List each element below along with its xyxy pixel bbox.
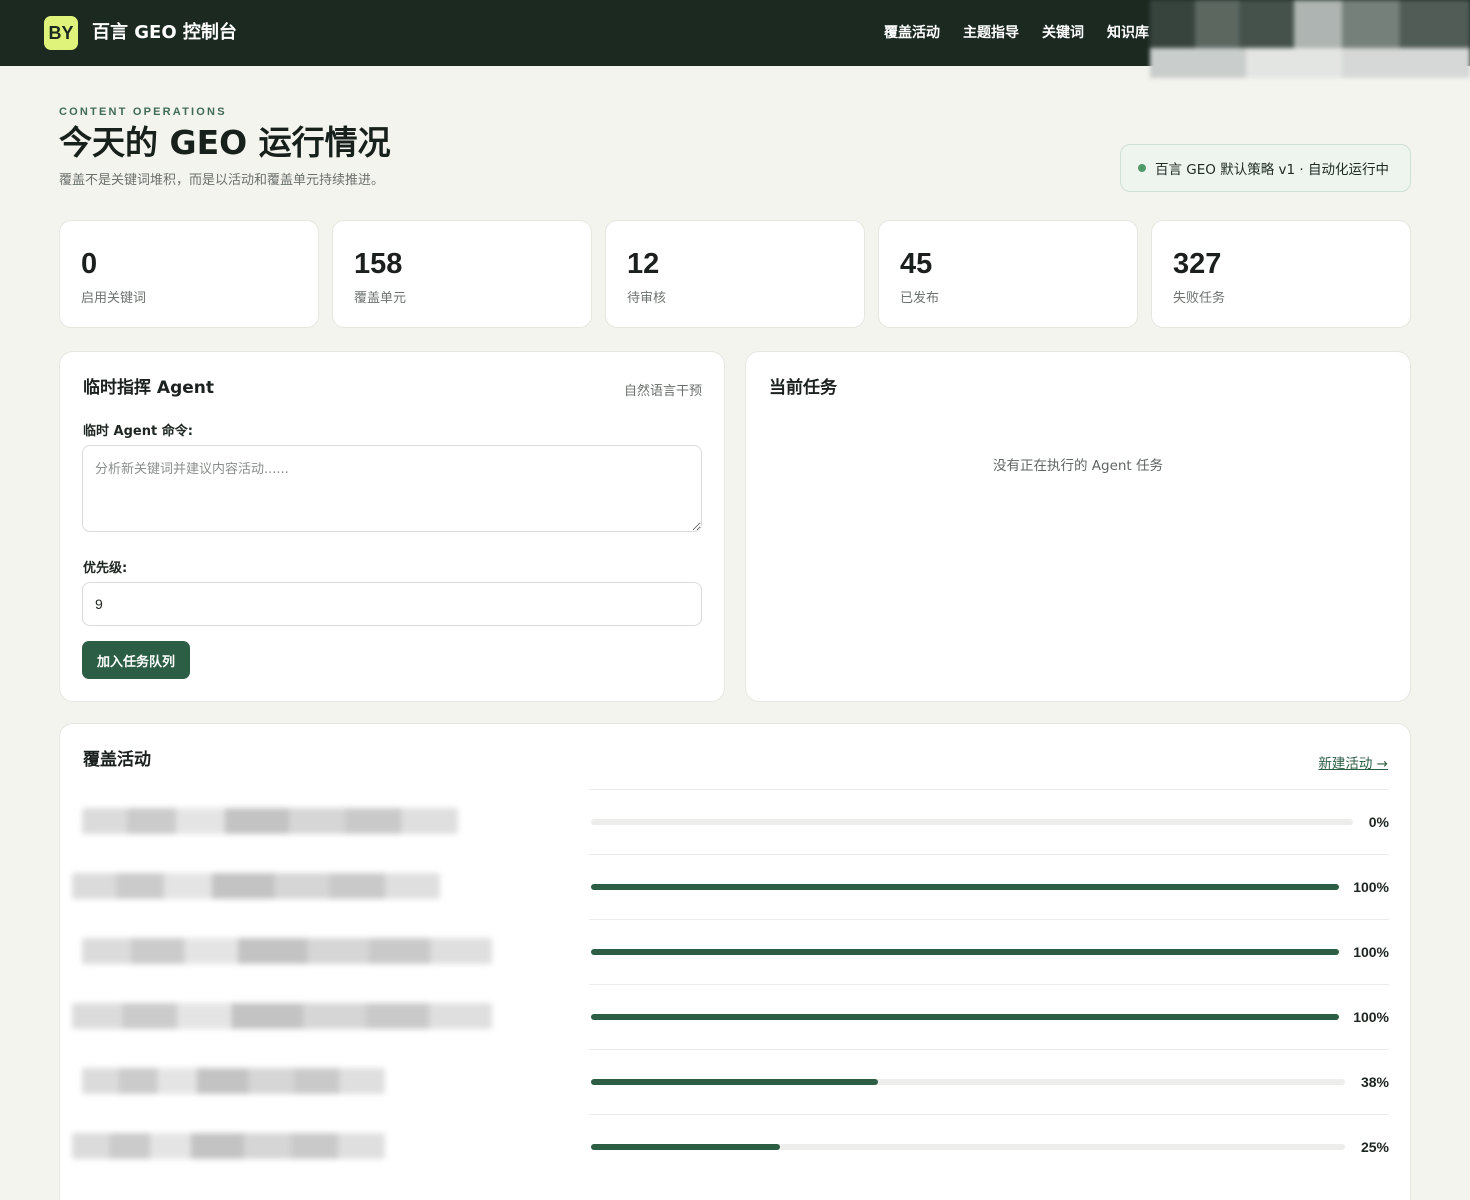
panel-hint: 自然语言干预 [623,384,702,399]
panel-title: 临时指挥 Agent [83,378,215,398]
stat-card-coverage-units[interactable]: 158 覆盖单元 [332,220,592,328]
campaign-progress-list: 0% 100% 100% 100% 38% 25% [589,789,1389,1179]
redacted-nav-region [1150,0,1470,78]
progress-percent: 100% [1353,879,1389,895]
coverage-campaigns-panel: 覆盖活动 新建活动 → 0% 100% 100% 100% 38% 25% [59,723,1411,1200]
panel-title: 当前任务 [769,378,837,398]
stat-card-active-keywords[interactable]: 0 启用关键词 [59,220,319,328]
nav-item-topic-guidance[interactable]: 主题指导 [963,22,1019,44]
progress-percent: 100% [1353,1009,1389,1025]
stat-label: 待审核 [627,291,667,306]
stat-label: 覆盖单元 [354,291,407,306]
progress-bar [591,1144,1345,1150]
stat-value: 12 [627,248,660,280]
panel-title: 覆盖活动 [83,750,151,770]
stat-card-pending-review[interactable]: 12 待审核 [605,220,865,328]
strategy-status-badge[interactable]: 百言 GEO 默认策略 v1 · 自动化运行中 [1120,144,1411,192]
stat-label: 已发布 [900,291,940,306]
stat-card-published[interactable]: 45 已发布 [878,220,1138,328]
stat-label: 失败任务 [1173,291,1226,306]
stats-row: 0 启用关键词 158 覆盖单元 12 待审核 45 已发布 327 失败任务 [59,220,1411,328]
agent-command-panel: 临时指挥 Agent 自然语言干预 临时 Agent 命令: 优先级: 加入任务… [59,351,725,702]
campaign-progress-row[interactable]: 25% [589,1114,1389,1179]
progress-bar-fill [591,1079,878,1085]
nav-item-knowledge-base[interactable]: 知识库 [1107,22,1149,44]
progress-bar-fill [591,884,1339,890]
nav-item-keywords[interactable]: 关键词 [1042,22,1084,44]
progress-percent: 100% [1353,944,1389,960]
campaign-name-redacted[interactable] [72,1050,492,1115]
stat-value: 327 [1173,248,1222,280]
agent-command-input[interactable] [82,445,702,532]
tasks-empty-state: 没有正在执行的 Agent 任务 [992,458,1164,474]
page-subtitle: 覆盖不是关键词堆积，而是以活动和覆盖单元持续推进。 [59,173,385,188]
status-dot-icon [1138,164,1146,172]
stat-value: 158 [354,248,403,280]
progress-percent: 25% [1360,1139,1389,1155]
campaign-progress-row[interactable]: 100% [589,919,1389,984]
current-tasks-panel: 当前任务 没有正在执行的 Agent 任务 [745,351,1411,702]
add-to-queue-button[interactable]: 加入任务队列 [82,641,190,679]
progress-percent: 38% [1360,1074,1389,1090]
strategy-status-text: 百言 GEO 默认策略 v1 · 自动化运行中 [1155,162,1389,178]
progress-bar [591,1079,1345,1085]
campaign-progress-row[interactable]: 38% [589,1049,1389,1114]
stat-card-failed-tasks[interactable]: 327 失败任务 [1151,220,1411,328]
stat-value: 0 [81,248,98,280]
new-campaign-link[interactable]: 新建活动 → [1318,752,1388,772]
priority-field-label: 优先级: [83,561,128,576]
section-eyebrow: CONTENT OPERATIONS [59,106,227,118]
progress-bar [591,819,1353,825]
campaign-name-redacted[interactable] [72,985,492,1050]
progress-bar-fill [591,1014,1339,1020]
campaign-name-redacted[interactable] [72,855,492,920]
campaign-name-redacted[interactable] [72,920,492,985]
priority-input[interactable] [82,582,702,626]
stat-label: 启用关键词 [81,291,147,306]
command-field-label: 临时 Agent 命令: [83,424,193,439]
progress-bar [591,949,1339,955]
nav-item-campaigns[interactable]: 覆盖活动 [884,22,940,44]
progress-bar-fill [591,949,1339,955]
main-nav: 覆盖活动 主题指导 关键词 知识库 [884,22,1149,44]
campaign-name-redacted[interactable] [72,790,492,855]
brand-logo[interactable]: BY [44,16,78,50]
progress-bar-fill [591,1144,780,1150]
stat-value: 45 [900,248,933,280]
page-title: 今天的 GEO 运行情况 [59,123,391,162]
app-title[interactable]: 百言 GEO 控制台 [92,20,237,46]
campaign-progress-row[interactable]: 0% [589,789,1389,854]
campaign-name-redacted[interactable] [72,1115,492,1180]
campaign-progress-row[interactable]: 100% [589,854,1389,919]
progress-percent: 0% [1368,814,1389,830]
progress-bar [591,1014,1339,1020]
campaign-name-list [72,790,492,1180]
progress-bar [591,884,1339,890]
campaign-progress-row[interactable]: 100% [589,984,1389,1049]
